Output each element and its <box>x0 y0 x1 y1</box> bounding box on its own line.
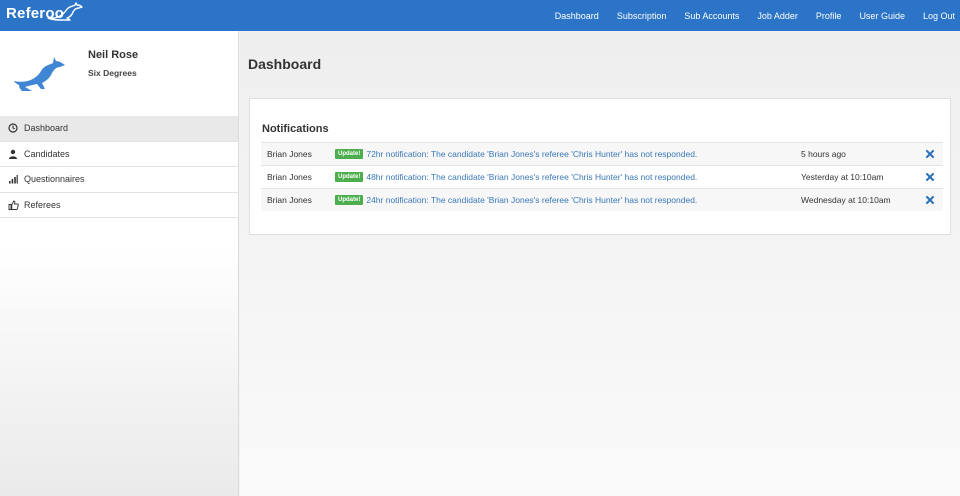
notification-time: Wednesday at 10:10am <box>801 195 891 205</box>
close-icon[interactable] <box>924 148 936 160</box>
close-icon[interactable] <box>924 194 936 206</box>
profile-company: Six Degrees <box>88 68 137 78</box>
nav-log-out[interactable]: Log Out <box>923 11 955 21</box>
candidate-name: Brian Jones <box>267 149 312 159</box>
notification-time: 5 hours ago <box>801 149 846 159</box>
top-navbar: Referoo Dashboard Subscription Sub Accou… <box>0 0 960 31</box>
notification-message: Update! 72hr notification: The candidate… <box>335 149 697 159</box>
kangaroo-logo-icon <box>46 2 86 24</box>
profile-card: Neil Rose Six Degrees <box>0 31 238 116</box>
sidebar-menu: Dashboard Candidates Questionnaires Refe… <box>0 116 238 218</box>
nav-user-guide[interactable]: User Guide <box>859 11 905 21</box>
notification-time: Yesterday at 10:10am <box>801 172 884 182</box>
nav-subscription[interactable]: Subscription <box>617 11 667 21</box>
notification-link[interactable]: 72hr notification: The candidate 'Brian … <box>366 149 697 159</box>
candidate-name: Brian Jones <box>267 195 312 205</box>
notifications-table: Brian Jones Update! 72hr notification: T… <box>261 142 943 211</box>
update-badge: Update! <box>335 149 364 159</box>
table-row: Brian Jones Update! 48hr notification: T… <box>261 165 943 188</box>
table-row: Brian Jones Update! 72hr notification: T… <box>261 142 943 165</box>
notification-message: Update! 24hr notification: The candidate… <box>335 195 697 205</box>
bar-chart-icon <box>7 173 19 185</box>
nav-job-adder[interactable]: Job Adder <box>757 11 798 21</box>
main-content: Dashboard Notifications Brian Jones Upda… <box>240 31 960 496</box>
kangaroo-icon <box>10 51 70 95</box>
thumbs-up-icon <box>7 199 19 211</box>
update-badge: Update! <box>335 172 364 182</box>
nav-sub-accounts[interactable]: Sub Accounts <box>684 11 739 21</box>
notification-link[interactable]: 24hr notification: The candidate 'Brian … <box>366 195 697 205</box>
sidebar-item-dashboard[interactable]: Dashboard <box>0 116 238 142</box>
user-icon <box>7 148 19 160</box>
sidebar-item-questionnaires[interactable]: Questionnaires <box>0 167 238 193</box>
brand-logo[interactable]: Referoo <box>6 2 86 24</box>
main-nav: Dashboard Subscription Sub Accounts Job … <box>546 0 956 31</box>
candidate-name: Brian Jones <box>267 172 312 182</box>
dashboard-icon <box>7 122 19 134</box>
notifications-panel: Notifications Brian Jones Update! 72hr n… <box>249 98 951 235</box>
page-title: Dashboard <box>248 56 322 72</box>
notifications-title: Notifications <box>262 123 329 135</box>
sidebar-item-label: Questionnaires <box>24 174 85 185</box>
nav-profile[interactable]: Profile <box>816 11 842 21</box>
sidebar-item-referees[interactable]: Referees <box>0 193 238 218</box>
notification-link[interactable]: 48hr notification: The candidate 'Brian … <box>366 172 697 182</box>
update-badge: Update! <box>335 195 364 205</box>
table-row: Brian Jones Update! 24hr notification: T… <box>261 188 943 211</box>
profile-name: Neil Rose <box>88 49 139 61</box>
nav-dashboard[interactable]: Dashboard <box>555 11 599 21</box>
sidebar: Neil Rose Six Degrees Dashboard Candidat… <box>0 31 239 496</box>
notification-message: Update! 48hr notification: The candidate… <box>335 172 697 182</box>
sidebar-item-label: Referees <box>24 199 61 210</box>
sidebar-item-label: Dashboard <box>24 123 69 134</box>
sidebar-item-label: Candidates <box>24 148 70 159</box>
sidebar-item-candidates[interactable]: Candidates <box>0 142 238 167</box>
close-icon[interactable] <box>924 171 936 183</box>
